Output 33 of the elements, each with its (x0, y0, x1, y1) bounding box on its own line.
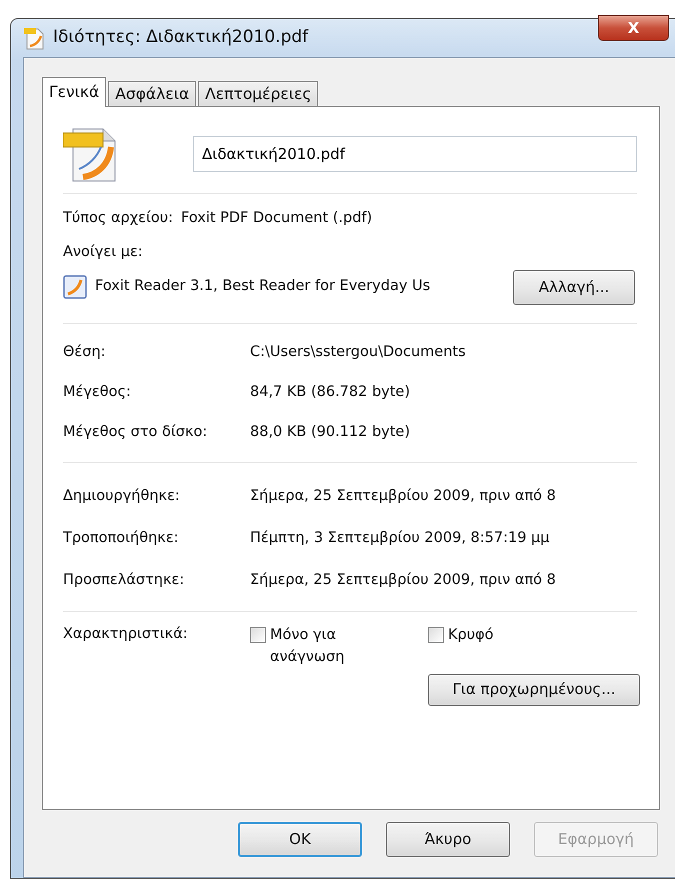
checkbox[interactable] (250, 626, 266, 642)
field-label: Τροποποιήθηκε: (63, 528, 180, 548)
field-value: Πέμπτη, 3 Σεπτεμβρίου 2009, 8:57:19 μμ (250, 528, 551, 548)
file-name-field[interactable]: Διδακτική2010.pdf (193, 136, 637, 172)
checkbox-label: Κρυφό (448, 626, 495, 644)
checkbox-label: Μόνο για ανάγνωση (270, 626, 346, 666)
field-label: Τύπος αρχείου: (63, 209, 173, 228)
tab[interactable]: Γενικά (42, 77, 106, 107)
field-value: Σήμερα, 25 Σεπτεμβρίου 2009, πριν από 8 (250, 570, 557, 590)
field-label: Προσπελάστηκε: (63, 570, 186, 590)
field-label: Ανοίγει με: (63, 242, 144, 262)
field-label: Μέγεθος: (63, 382, 132, 402)
dialog-button[interactable]: Άκυρο (386, 822, 510, 857)
tab[interactable]: Λεπτομέρειες (198, 81, 318, 106)
pdf-file-icon (23, 26, 45, 50)
field-label: Μέγεθος στο δίσκο: (63, 422, 208, 442)
field-label: Δημιουργήθηκε: (63, 486, 181, 506)
application-name: Foxit Reader 3.1, Best Reader for Everyday Us (95, 277, 432, 296)
change-button[interactable]: Αλλαγή... (513, 270, 635, 304)
checkbox[interactable] (428, 626, 444, 642)
field-value: Foxit PDF Document (.pdf) (181, 209, 372, 228)
close-button[interactable]: X (598, 15, 669, 41)
field-label: Χαρακτηριστικά: (63, 624, 189, 644)
field-value: 88,0 KB (90.112 byte) (250, 422, 412, 442)
dialog-button[interactable]: OK (238, 822, 362, 857)
field-value: C:\Users\sstergou\Documents (250, 342, 467, 362)
window-title: Ιδιότητες: Διδακτική2010.pdf (53, 26, 308, 50)
application-icon (63, 275, 87, 299)
field-value: 84,7 KB (86.782 byte) (250, 382, 412, 402)
tab[interactable]: Ασφάλεια (108, 81, 196, 106)
field-value: Σήμερα, 25 Σεπτεμβρίου 2009, πριν από 8 (250, 486, 557, 506)
advanced-button[interactable]: Για προχωρημένους... (428, 674, 640, 706)
field-label: Θέση: (63, 342, 107, 362)
